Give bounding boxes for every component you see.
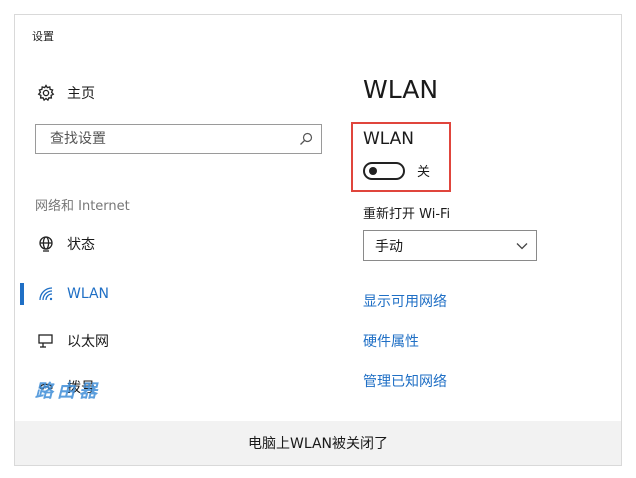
show-available-networks-link[interactable]: 显示可用网络 <box>363 291 447 311</box>
sidebar-item-label: 主页 <box>67 86 95 102</box>
sidebar-item-status[interactable]: 状态 <box>35 230 95 258</box>
search-icon[interactable] <box>299 132 313 146</box>
hardware-properties-link[interactable]: 硬件属性 <box>363 331 419 351</box>
manage-known-networks-link[interactable]: 管理已知网络 <box>363 371 447 391</box>
sidebar-item-home[interactable]: 主页 <box>35 79 95 107</box>
page-title: WLAN <box>363 75 439 104</box>
wlan-toggle-switch[interactable] <box>363 161 405 180</box>
reconnect-wifi-label: 重新打开 Wi-Fi <box>363 207 451 222</box>
sidebar: 主页 网络和 Internet <box>15 15 345 425</box>
wifi-icon <box>35 284 57 304</box>
sidebar-item-ethernet[interactable]: 以太网 <box>35 327 109 355</box>
watermark-logo: 路由器 <box>35 381 101 402</box>
gear-icon <box>35 83 57 103</box>
sidebar-item-label: 以太网 <box>67 334 109 350</box>
section-label: 网络和 Internet <box>35 199 130 214</box>
dropdown-selected-value: 手动 <box>375 238 403 255</box>
active-indicator <box>20 283 24 305</box>
caption-bar: 电脑上WLAN被关闭了 <box>15 421 621 465</box>
reconnect-wifi-dropdown[interactable]: 手动 <box>363 230 537 261</box>
sidebar-item-wlan[interactable]: WLAN <box>35 280 109 308</box>
toggle-state-label: 关 <box>417 165 431 180</box>
settings-window: 设置 主页 网络和 Internet <box>14 14 622 466</box>
chevron-down-icon <box>516 242 528 250</box>
wlan-toggle-heading: WLAN <box>363 129 415 149</box>
search-input[interactable] <box>48 130 299 148</box>
ethernet-icon <box>35 331 57 351</box>
sidebar-item-label: 状态 <box>67 237 95 253</box>
globe-icon <box>35 234 57 254</box>
search-field[interactable] <box>35 124 322 154</box>
caption-text: 电脑上WLAN被关闭了 <box>247 436 388 452</box>
toggle-knob <box>369 166 377 175</box>
sidebar-item-label: WLAN <box>67 286 110 302</box>
wlan-toggle-row: 关 <box>363 161 430 180</box>
